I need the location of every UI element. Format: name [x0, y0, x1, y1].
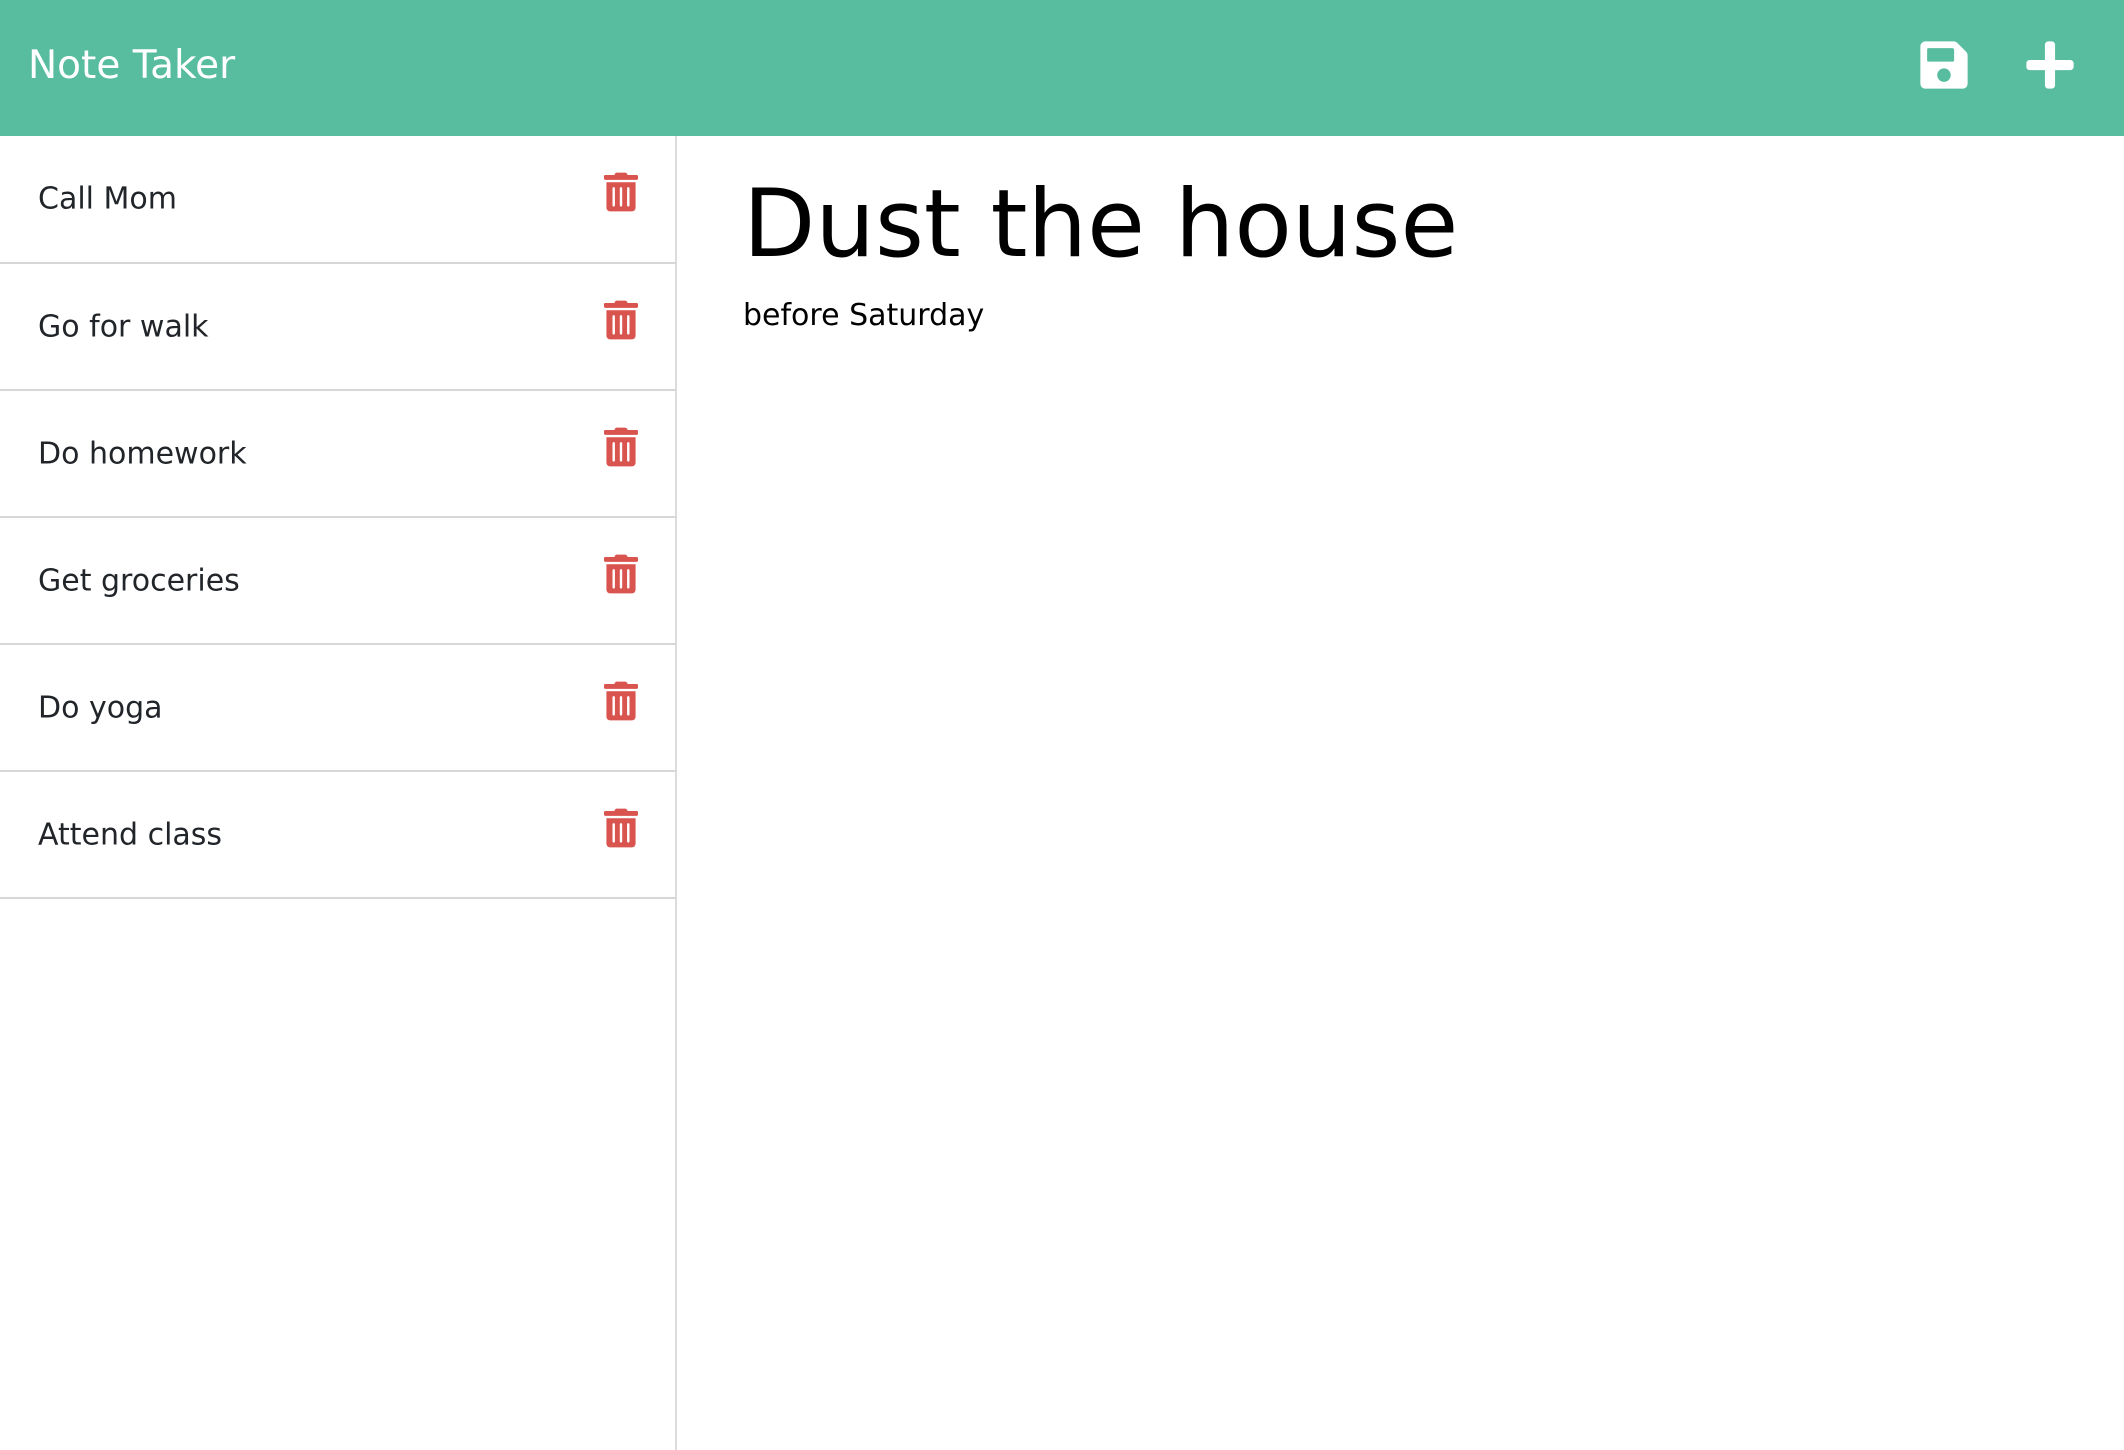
note-title: Attend class — [38, 817, 223, 852]
note-editor: before Saturday — [679, 136, 2124, 1450]
plus-icon — [2026, 41, 2074, 89]
note-title-input[interactable] — [743, 164, 2043, 284]
trash-icon — [604, 808, 638, 848]
new-note-icon[interactable] — [2026, 38, 2074, 92]
note-title: Get groceries — [38, 563, 240, 598]
delete-note-button[interactable] — [604, 300, 638, 340]
floppy-disk-icon — [1920, 41, 1968, 89]
note-title: Go for walk — [38, 309, 209, 344]
note-title: Do homework — [38, 436, 247, 471]
trash-icon — [604, 172, 638, 212]
delete-note-button[interactable] — [604, 172, 638, 212]
trash-icon — [604, 554, 638, 594]
note-title: Call Mom — [38, 181, 177, 217]
sidebar: Call Mom Go for walk Do homework Get gro… — [0, 136, 677, 1450]
trash-icon — [604, 427, 638, 467]
note-item[interactable]: Go for walk — [0, 262, 677, 389]
trash-icon — [604, 300, 638, 340]
delete-note-button[interactable] — [604, 554, 638, 594]
note-item[interactable]: Attend class — [0, 770, 677, 897]
note-body-textarea[interactable]: before Saturday — [743, 292, 2043, 992]
note-title: Do yoga — [38, 690, 163, 725]
delete-note-button[interactable] — [604, 427, 638, 467]
save-note-icon[interactable] — [1920, 38, 1968, 92]
delete-note-button[interactable] — [604, 808, 638, 848]
trash-icon — [604, 681, 638, 721]
note-item[interactable]: Do yoga — [0, 643, 677, 770]
note-item[interactable]: Get groceries — [0, 516, 677, 643]
app-brand[interactable]: Note Taker — [28, 38, 235, 94]
navbar: Note Taker — [0, 0, 2124, 136]
note-item[interactable]: Call Mom — [0, 136, 677, 262]
delete-note-button[interactable] — [604, 681, 638, 721]
note-item[interactable]: Do homework — [0, 389, 677, 516]
note-list: Call Mom Go for walk Do homework Get gro… — [0, 136, 677, 899]
